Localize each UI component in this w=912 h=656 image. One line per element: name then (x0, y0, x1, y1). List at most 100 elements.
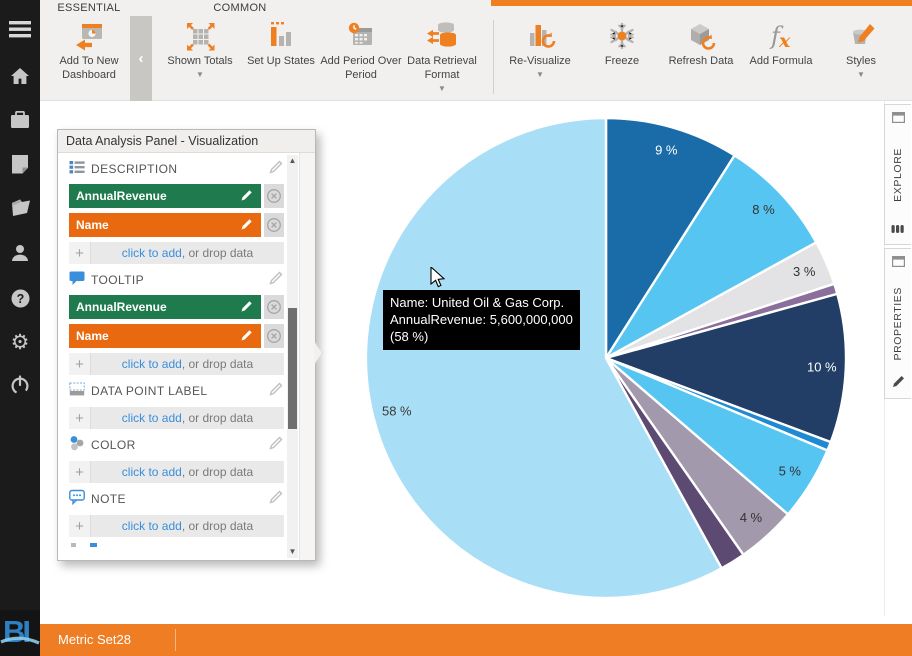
scroll-up-icon[interactable]: ▲ (287, 155, 298, 167)
add-data-row[interactable]: + click to add, or drop data (69, 353, 284, 375)
color-circles-icon (69, 435, 85, 456)
tooltip-line-name: Name: United Oil & Gas Corp. (390, 295, 564, 310)
pencil-icon[interactable] (240, 188, 254, 205)
styles-icon (845, 16, 877, 52)
ribbon-button-label: Shown Totals (167, 55, 232, 69)
bi-logo[interactable]: BI (0, 610, 40, 656)
ribbon-button-add-to-new-dashboard[interactable]: Add To New Dashboard (47, 16, 131, 83)
chip-label: Name (76, 329, 109, 343)
dropdown-caret-icon[interactable]: ▼ (196, 71, 204, 79)
drop-data-hint: , or drop data (182, 246, 253, 260)
click-to-add-link[interactable]: click to add (122, 357, 182, 371)
section-label: DESCRIPTION (91, 162, 177, 176)
briefcase-icon[interactable] (0, 104, 40, 136)
tab-essential[interactable]: ESSENTIAL (49, 2, 129, 16)
scrollbar-thumb[interactable] (288, 308, 297, 429)
chip-name[interactable]: Name (69, 324, 261, 348)
ribbon-collapse-button[interactable]: ‹ (130, 16, 152, 101)
edit-pencil-icon[interactable] (269, 381, 284, 401)
add-data-row[interactable]: + click to add, or drop data (69, 242, 284, 264)
note-icon[interactable] (0, 148, 40, 180)
scroll-down-icon[interactable]: ▼ (287, 546, 298, 558)
panel-splitter[interactable] (299, 153, 315, 560)
menu-icon[interactable] (0, 13, 40, 45)
click-to-add-link[interactable]: click to add (122, 246, 182, 260)
ribbon-button-freeze[interactable]: Freeze (582, 16, 662, 69)
tab-common[interactable]: COMMON (200, 2, 280, 16)
ribbon-button-styles[interactable]: Styles ▼ (821, 16, 901, 79)
ribbon-button-label: Set Up States (247, 55, 315, 69)
add-data-row[interactable]: + click to add, or drop data (69, 407, 284, 429)
pencil-icon[interactable] (240, 328, 254, 345)
section-description: DESCRIPTION (69, 158, 284, 180)
ribbon-button-shown-totals[interactable]: Shown Totals ▼ (160, 16, 240, 79)
plus-icon: + (69, 461, 91, 483)
pencil-icon (892, 375, 905, 393)
ribbon-button-refresh-data[interactable]: Refresh Data (661, 16, 741, 69)
list-icon (69, 159, 85, 180)
re-visualize-icon (524, 16, 556, 52)
edit-pencil-icon[interactable] (269, 159, 284, 179)
home-icon[interactable] (0, 60, 40, 92)
help-icon[interactable]: ? (0, 282, 40, 314)
click-to-add-link[interactable]: click to add (122, 465, 182, 479)
remove-chip-button[interactable] (264, 184, 284, 208)
tab-explore[interactable]: EXPLORE (884, 104, 911, 245)
settings-gear-icon[interactable]: ⚙ (0, 326, 40, 358)
edit-pencil-icon[interactable] (269, 489, 284, 509)
dropdown-caret-icon[interactable]: ▼ (438, 85, 446, 93)
section-color: COLOR (69, 434, 284, 456)
click-to-add-link[interactable]: click to add (122, 411, 182, 425)
remove-chip-button[interactable] (264, 213, 284, 237)
edit-pencil-icon[interactable] (269, 270, 284, 290)
clipped-next-section (69, 543, 284, 553)
dropdown-caret-icon[interactable]: ▼ (536, 71, 544, 79)
tab-properties-label: PROPERTIES (892, 287, 904, 361)
ribbon-button-add-formula[interactable]: fx Add Formula (741, 16, 821, 69)
window-panel-icon (892, 110, 905, 128)
panel-expand-arrow[interactable] (314, 342, 322, 364)
svg-text:x: x (778, 30, 791, 52)
chip-annualrevenue[interactable]: AnnualRevenue (69, 184, 261, 208)
shown-totals-icon (184, 16, 216, 52)
click-to-add-link[interactable]: click to add (122, 519, 182, 533)
status-bar: Metric Set28 (40, 624, 912, 656)
dropdown-caret-icon[interactable]: ▼ (857, 71, 865, 79)
drop-data-hint: , or drop data (182, 519, 253, 533)
metric-set-label[interactable]: Metric Set28 (58, 624, 131, 656)
set-up-states-icon (266, 16, 296, 52)
chip-annualrevenue[interactable]: AnnualRevenue (69, 295, 261, 319)
pencil-icon[interactable] (240, 217, 254, 234)
remove-chip-button[interactable] (264, 295, 284, 319)
ribbon-button-add-period-over-period[interactable]: Add Period Over Period (319, 16, 403, 83)
ribbon-button-re-visualize[interactable]: Re-Visualize ▼ (500, 16, 580, 79)
tooltip-line-revenue: AnnualRevenue: 5,600,000,000 (58 %) (390, 312, 573, 344)
ribbon: ESSENTIAL COMMON ‹ Add To New Dashboard … (40, 0, 912, 101)
panel-title[interactable]: Data Analysis Panel - Visualization (58, 130, 315, 153)
database-icon (891, 221, 905, 239)
mouse-cursor (430, 267, 450, 294)
pie-slice-label: 8 % (752, 202, 775, 217)
status-separator (175, 629, 176, 651)
pie-chart[interactable]: 9 %8 %3 %10 %5 %4 %58 % (330, 104, 890, 616)
edit-pencil-icon[interactable] (269, 435, 284, 455)
ribbon-separator (493, 20, 494, 94)
chip-label: AnnualRevenue (76, 300, 167, 314)
add-data-row[interactable]: + click to add, or drop data (69, 515, 284, 537)
ribbon-button-data-retrieval-format[interactable]: Data Retrieval Format ▼ (398, 16, 486, 93)
bi-logo-swoosh (0, 610, 40, 656)
power-icon[interactable] (0, 369, 40, 401)
add-data-row[interactable]: + click to add, or drop data (69, 461, 284, 483)
folder-icon[interactable] (0, 192, 40, 224)
pencil-icon[interactable] (240, 299, 254, 316)
ribbon-button-set-up-states[interactable]: Set Up States (241, 16, 321, 69)
ribbon-button-label: Data Retrieval Format (398, 55, 486, 83)
pie-slice-label: 4 % (740, 510, 763, 525)
ribbon-button-label: Refresh Data (669, 55, 734, 69)
panel-scrollbar[interactable]: ▲ ▼ (287, 155, 298, 558)
ribbon-button-label: Re-Visualize (509, 55, 571, 69)
tab-properties[interactable]: PROPERTIES (884, 248, 911, 399)
chip-name[interactable]: Name (69, 213, 261, 237)
user-icon[interactable] (0, 237, 40, 269)
remove-chip-button[interactable] (264, 324, 284, 348)
